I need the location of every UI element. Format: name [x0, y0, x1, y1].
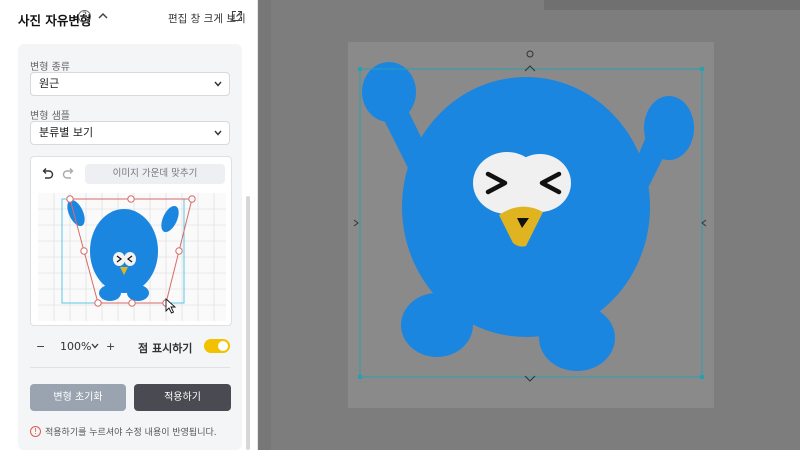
external-link-icon[interactable] — [231, 10, 243, 22]
chevron-up-icon[interactable] — [96, 9, 110, 23]
redo-icon[interactable] — [62, 167, 76, 181]
show-points-toggle[interactable] — [204, 339, 230, 353]
transform-type-select[interactable]: 원근 — [30, 72, 230, 96]
transform-sample-label: 변형 샘플 — [30, 111, 70, 122]
editor-canvas — [259, 0, 800, 450]
alert-icon: ! — [30, 426, 41, 437]
undo-icon[interactable] — [40, 167, 54, 181]
transform-settings-card: 변형 종류 원근 변형 샘플 분류별 보기 이미지 가운데 맞추기 − 100%… — [18, 44, 242, 450]
reset-transform-button[interactable]: 변형 초기화 — [30, 384, 126, 411]
main-image[interactable] — [259, 0, 800, 450]
show-points-label: 점 표시하기 — [138, 342, 193, 355]
transform-type-label: 변형 종류 — [30, 62, 70, 73]
transform-grid-canvas[interactable] — [38, 193, 226, 321]
apply-button[interactable]: 적용하기 — [134, 384, 231, 411]
transform-sample-select[interactable]: 분류별 보기 — [30, 121, 230, 145]
transform-panel: 사진 자유변형 ? 편집 창 크게 보기 변형 종류 원근 변형 샘플 분류별 … — [0, 0, 258, 450]
transform-preview: 이미지 가운데 맞추기 — [30, 156, 232, 326]
panel-scrollbar[interactable] — [246, 196, 250, 450]
transform-type-value: 원근 — [39, 77, 60, 90]
help-icon[interactable]: ? — [78, 10, 91, 23]
zoom-in-button[interactable]: + — [106, 340, 115, 353]
center-image-button[interactable]: 이미지 가운데 맞추기 — [85, 164, 225, 184]
toggle-knob — [218, 341, 228, 351]
transform-sample-value: 분류별 보기 — [39, 126, 94, 139]
rotate-handle — [526, 50, 534, 58]
panel-header: 사진 자유변형 ? 편집 창 크게 보기 — [0, 0, 258, 36]
zoom-value: 100% — [60, 340, 92, 353]
apply-notice-text: 적용하기를 누르셔야 수정 내용이 반영됩니다. — [45, 428, 217, 438]
divider — [30, 367, 230, 368]
chevron-down-icon — [214, 130, 222, 136]
zoom-out-button[interactable]: − — [36, 340, 45, 353]
chevron-down-icon — [214, 81, 222, 87]
zoom-chevron-down-icon[interactable] — [91, 343, 99, 349]
character-image — [362, 62, 694, 371]
